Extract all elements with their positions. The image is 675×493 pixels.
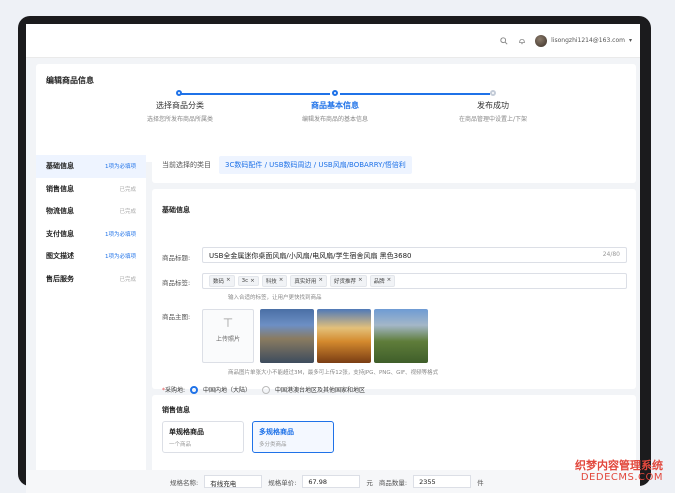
- close-icon[interactable]: ×: [358, 277, 363, 285]
- bell-icon[interactable]: [517, 36, 527, 46]
- nav-item-description[interactable]: 图文描述 1项为必填项: [36, 245, 146, 268]
- search-icon[interactable]: [499, 36, 509, 46]
- spec-name-label: 规格名称:: [170, 478, 199, 487]
- title-label: 商品标题:: [162, 254, 191, 262]
- option-title: 单规格商品: [169, 428, 204, 436]
- qty-unit: 件: [477, 478, 484, 487]
- nav-item-label: 图文描述: [46, 252, 74, 261]
- step-line-done: [340, 93, 490, 95]
- image-hint: 商品图片单张大小不能超过3M，最多可上传12张，支持JPG、PNG、GIF、视频…: [228, 370, 439, 376]
- tag-chip: 好货推荐 ×: [330, 275, 367, 287]
- nav-item-label: 物流信息: [46, 207, 74, 216]
- nav-item-status: 1项为必填项: [105, 231, 136, 238]
- upload-icon: ⊤: [222, 316, 234, 330]
- origin-row: *采购地: 中国内地（大陆） 中国港澳台地区及其他国家和地区: [162, 385, 365, 394]
- spec-name-input[interactable]: 有线充电: [204, 475, 263, 488]
- origin-label: *采购地:: [162, 387, 186, 394]
- avatar: [535, 34, 548, 47]
- radio-mainland[interactable]: [190, 385, 199, 394]
- step-dot-active: [332, 90, 338, 96]
- close-icon[interactable]: ×: [387, 277, 392, 285]
- step-3-title: 发布成功: [477, 101, 509, 110]
- main-image-label: 商品主图:: [162, 313, 191, 321]
- nav-item-after-sales[interactable]: 售后服务 已完成: [36, 268, 146, 291]
- price-unit: 元: [366, 478, 373, 487]
- qty-input[interactable]: 2355: [413, 475, 472, 488]
- category-card: 当前选择的类目 3C数码配件 / USB数码周边 / USB风扇/BOBARRY…: [152, 147, 636, 183]
- radio-mainland-label: 中国内地（大陆）: [203, 387, 252, 394]
- radio-overseas-label: 中国港澳台地区及其他国家和地区: [275, 387, 366, 394]
- nav-item-status: 1项为必填项: [105, 164, 136, 171]
- spec-price-label: 规格单价:: [268, 478, 297, 487]
- product-title-value: USB全金属迷你桌面风扇/小风扇/电风扇/学生宿舍风扇 黑色3680: [209, 252, 412, 260]
- nav-item-status: 1项为必填项: [105, 254, 136, 261]
- spec-price-input[interactable]: 67.98: [302, 475, 361, 488]
- step-3-subtitle: 在商品管理中设置上/下架: [458, 116, 528, 123]
- step-2-title: 商品基本信息: [311, 101, 359, 110]
- step-2-subtitle: 编辑发布商品的基本信息: [301, 116, 368, 123]
- nav-item-label: 基础信息: [46, 162, 74, 171]
- tag-chip: 品牌 ×: [369, 275, 396, 287]
- step-1-title: 选择商品分类: [156, 101, 204, 110]
- qty-label: 商品数量:: [378, 478, 408, 487]
- nav-item-status: 已完成: [119, 186, 136, 193]
- step-dot: [176, 90, 182, 96]
- upload-photo-button[interactable]: ⊤ 上传照片: [202, 309, 254, 363]
- category-label: 当前选择的类目: [162, 161, 211, 169]
- nav-item-label: 售后服务: [46, 274, 74, 283]
- nav-item-label: 支付信息: [46, 229, 74, 238]
- sales-section-title: 销售信息: [162, 406, 190, 414]
- option-subtitle: 多分类商品: [259, 442, 287, 448]
- product-image-thumb[interactable]: [260, 309, 314, 363]
- section-nav: 基础信息 1项为必填项 销售信息 已完成 物流信息 已完成 支付信息 1项为必填…: [36, 147, 146, 470]
- step-1-subtitle: 选择您所发布商品所属类: [146, 116, 213, 123]
- step-dot-pending: [490, 90, 496, 96]
- spec-row: 规格名称: 有线充电 规格单价: 67.98 元 商品数量: 2355 件: [26, 470, 640, 493]
- close-icon[interactable]: ×: [318, 277, 323, 285]
- option-subtitle: 一个商品: [169, 442, 192, 448]
- nav-item-payment-info[interactable]: 支付信息 1项为必填项: [36, 223, 146, 246]
- tags-label: 商品标签:: [162, 279, 191, 287]
- top-bar: lisongzhi1214@163.com ▾: [26, 24, 640, 58]
- step-line-done: [180, 93, 330, 95]
- nav-item-status: 已完成: [119, 276, 136, 283]
- nav-item-label: 销售信息: [46, 184, 74, 193]
- page-title: 编辑商品信息: [46, 76, 94, 85]
- title-char-counter: 24/80: [602, 251, 620, 258]
- watermark-line-1: 织梦内容管理系统: [575, 458, 663, 472]
- product-title-input[interactable]: USB全金属迷你桌面风扇/小风扇/电风扇/学生宿舍风扇 黑色3680 24/80: [202, 247, 627, 263]
- tag-chip: 真实好用 ×: [290, 275, 328, 287]
- option-title: 多规格商品: [259, 428, 294, 436]
- basic-info-card: 基础信息 商品标题: USB全金属迷你桌面风扇/小风扇/电风扇/学生宿舍风扇 黑…: [152, 189, 636, 394]
- product-image-thumb[interactable]: [317, 309, 371, 363]
- nav-item-basic-info[interactable]: 基础信息 1项为必填项: [36, 155, 146, 178]
- product-image-thumb[interactable]: [374, 309, 428, 363]
- tag-chip: 科技 ×: [261, 275, 288, 287]
- single-spec-option[interactable]: 单规格商品 一个商品: [162, 421, 244, 453]
- close-icon[interactable]: ×: [279, 277, 284, 285]
- tags-input[interactable]: 数码 × 3c × 科技 × 真实好用 × 好货推荐 × 品牌 ×: [202, 273, 627, 289]
- multi-spec-option[interactable]: 多规格商品 多分类商品: [252, 421, 334, 453]
- tag-chip: 3c ×: [237, 276, 259, 286]
- nav-item-sales-info[interactable]: 销售信息 已完成: [36, 178, 146, 201]
- radio-overseas[interactable]: [262, 385, 271, 394]
- watermark-line-2: DEDECMS.COM: [580, 472, 663, 483]
- tag-chip: 数码 ×: [209, 275, 235, 287]
- nav-item-logistics-info[interactable]: 物流信息 已完成: [36, 200, 146, 223]
- nav-item-status: 已完成: [119, 209, 136, 216]
- app-screen: lisongzhi1214@163.com ▾ 编辑商品信息 选择商品分类 选择…: [26, 24, 640, 470]
- basic-section-title: 基础信息: [162, 206, 190, 214]
- upload-label: 上传照片: [215, 336, 240, 343]
- chevron-down-icon: ▾: [628, 37, 632, 44]
- sales-info-card: 销售信息 单规格商品 一个商品 多规格商品 多分类商品: [152, 395, 636, 470]
- close-icon[interactable]: ×: [250, 278, 255, 284]
- watermark: 织梦内容管理系统 DEDECMS.COM: [575, 458, 663, 483]
- tags-hint: 输入合适的标签，让用户更快找到商品: [228, 295, 322, 301]
- close-icon[interactable]: ×: [226, 277, 231, 285]
- user-menu[interactable]: lisongzhi1214@163.com ▾: [535, 34, 632, 47]
- category-path-link[interactable]: 3C数码配件 / USB数码周边 / USB风扇/BOBARRY/悟倍利: [219, 156, 412, 174]
- user-email: lisongzhi1214@163.com: [551, 37, 625, 44]
